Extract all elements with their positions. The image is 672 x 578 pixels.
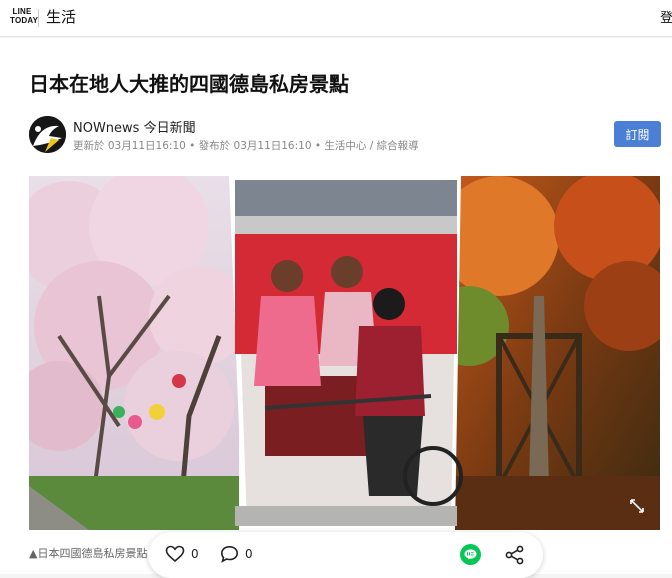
login-link[interactable]: 登	[660, 7, 672, 26]
autumn-bridge-panel	[429, 171, 672, 530]
like-button[interactable]: 0	[165, 545, 199, 563]
logo-divider	[38, 9, 39, 27]
article-meta: 更新於 03月11日16:10 • 發布於 03月11日16:10 • 生活中心…	[73, 140, 419, 152]
share-button[interactable]	[504, 544, 526, 566]
line-share-icon	[464, 549, 477, 560]
floating-action-bar: 0 0	[148, 532, 543, 578]
article-title: 日本在地人大推的四國德島私房景點	[29, 72, 349, 96]
publisher-avatar[interactable]	[29, 116, 66, 153]
top-bar: LINE TODAY 生活 登	[0, 0, 672, 37]
image-caption: ▲日本四國德島私房景點	[29, 547, 148, 560]
cherry-blossom-panel	[14, 166, 249, 531]
logo-today-text: TODAY	[10, 16, 39, 25]
section-title[interactable]: 生活	[46, 6, 76, 27]
heart-icon	[165, 545, 185, 563]
comment-count: 0	[245, 547, 253, 561]
share-icon	[505, 545, 524, 565]
subscribe-button[interactable]: 訂閱	[614, 121, 661, 147]
publisher-logo-icon	[29, 116, 66, 153]
line-share-button[interactable]	[460, 544, 481, 565]
hero-image[interactable]	[14, 166, 672, 531]
hero-collage-image	[14, 166, 672, 531]
like-count: 0	[191, 547, 199, 561]
comment-button[interactable]: 0	[220, 545, 253, 563]
comment-icon	[220, 545, 239, 563]
rickshaw-panel	[229, 176, 463, 530]
publisher-name[interactable]: NOWnews 今日新聞	[73, 117, 196, 136]
logo-line-text: LINE	[12, 7, 32, 16]
line-today-logo[interactable]: LINE TODAY	[10, 7, 39, 25]
